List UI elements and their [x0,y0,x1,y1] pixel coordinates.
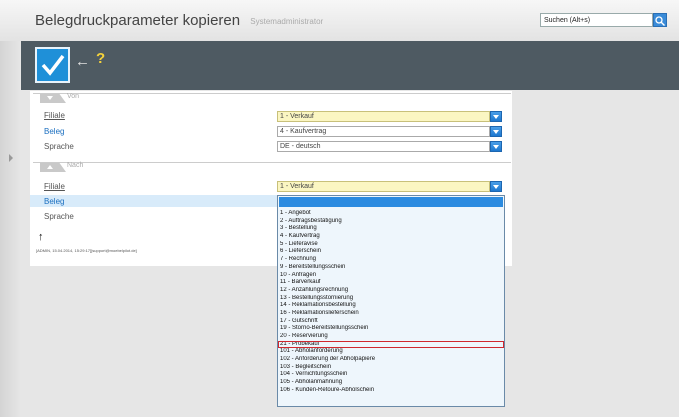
checkmark-icon [41,54,64,76]
von-filiale-label: Filiale [44,111,65,120]
scroll-top-icon[interactable]: ↑ [38,231,44,243]
nach-beleg-label: Beleg [44,197,65,206]
dropdown-icon[interactable] [490,141,502,152]
section-collapse-toggle[interactable] [40,94,66,103]
beleg-dropdown-list[interactable]: 1 - Angebot 2 - Auftragsbestätigung 3 - Be… [277,195,505,407]
chevron-up-icon[interactable] [47,165,53,169]
active-row-highlight [30,195,278,207]
dropdown-icon[interactable] [490,181,502,192]
von-sprache-select[interactable]: DE - deutsch [277,141,490,152]
von-beleg-label: Beleg [44,127,65,136]
dropdown-current-value[interactable] [279,197,503,207]
toolbar [21,41,679,90]
dropdown-option[interactable]: 13 - Bestellungsstornierung [278,295,504,303]
von-sprache-label: Sprache [44,142,74,151]
dropdown-option[interactable]: 7 - Rechnung [278,256,504,264]
dropdown-option[interactable]: 12 - Anzahlungsrechnung [278,287,504,295]
dropdown-option[interactable]: 105 - Abholanmahnung [278,379,504,387]
section-von-header[interactable]: Von [33,93,511,103]
nach-sprache-label: Sprache [44,212,74,221]
chevron-right-icon[interactable] [9,154,13,162]
dropdown-option[interactable]: 16 - Reklamationslieferschein [278,310,504,318]
dropdown-option[interactable]: 3 - Bestellung [278,225,504,233]
section-von-label: Von [67,93,80,100]
back-arrow-icon[interactable]: ← [75,53,90,70]
dropdown-option[interactable]: 21 - Probekauf [278,340,504,349]
dropdown-option[interactable]: 19 - Storno-Bereitstellungsschein [278,325,504,333]
dropdown-option[interactable]: 17 - Gutschrift [278,318,504,326]
dropdown-option[interactable]: 102 - Anforderung der Abholpapiere [278,356,504,364]
nach-filiale-label: Filiale [44,182,65,191]
dropdown-option[interactable]: 6 - Lieferschein [278,248,504,256]
confirm-button[interactable] [35,47,70,83]
dropdown-option[interactable]: 104 - Vernichtungsschein [278,371,504,379]
page-title: Belegdruckparameter kopieren Systemadmin… [35,12,323,29]
search-input[interactable]: Suchen (Alt+s) [540,13,653,27]
dropdown-icon[interactable] [490,111,502,122]
dropdown-option[interactable]: 2 - Auftragsbestätigung [278,218,504,226]
dropdown-option[interactable]: 5 - Lieferavise [278,241,504,249]
user-role-label: Systemadministrator [250,16,324,26]
dropdown-icon[interactable] [490,126,502,137]
sidebar-toggle[interactable] [0,41,21,417]
app-header: Belegdruckparameter kopieren Systemadmin… [0,0,679,41]
section-nach-label: Nach [67,162,84,169]
dropdown-option[interactable]: 106 - Kunden-Retoure-Abholschein [278,387,504,395]
von-beleg-select[interactable]: 4 - Kaufvertrag [277,126,490,137]
dropdown-option[interactable]: 103 - Begleitschein [278,364,504,372]
section-collapse-toggle[interactable] [40,163,66,172]
dropdown-option[interactable]: 20 - Reservierung [278,333,504,341]
session-info: [ADMIN, 15.04.2014, 15:29:17][support@mo… [36,248,137,253]
nach-filiale-select[interactable]: 1 - Verkauf [277,181,490,192]
dropdown-option[interactable]: 4 - Kaufvertrag [278,233,504,241]
dropdown-option[interactable]: 11 - Barverkauf [278,279,504,287]
chevron-down-icon[interactable] [47,96,53,100]
dropdown-option[interactable]: 1 - Angebot [278,210,504,218]
dropdown-option[interactable]: 101 - Abholanforderung [278,348,504,356]
dropdown-option[interactable]: 14 - Reklamationsbestellung [278,302,504,310]
search-icon[interactable] [653,13,667,27]
von-filiale-select[interactable]: 1 - Verkauf [277,111,490,122]
dropdown-option[interactable]: 9 - Bereitstellungsschein [278,264,504,272]
section-nach-header[interactable]: Nach [33,162,511,172]
page-title-text: Belegdruckparameter kopieren [35,12,241,29]
help-icon[interactable]: ? [96,50,105,67]
dropdown-option[interactable]: 10 - Anfragen [278,272,504,280]
